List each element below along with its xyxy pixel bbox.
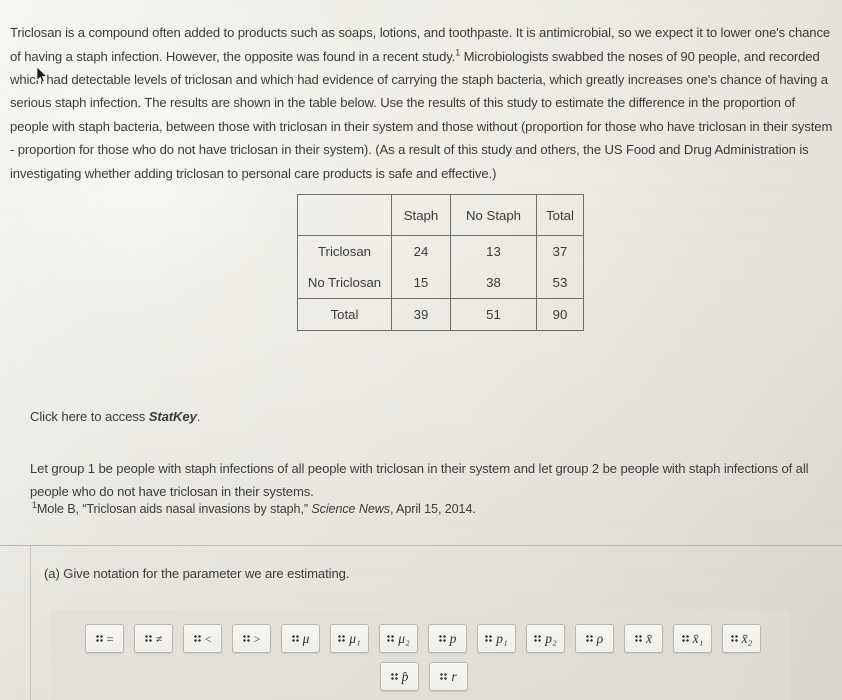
drag-handle-icon [440, 673, 448, 680]
contingency-table-wrapper: Staph No Staph Total Triclosan 24 13 37 … [297, 194, 584, 331]
symbol-button-not-equal[interactable]: ≠ [134, 624, 173, 653]
drag-handle-icon [95, 635, 103, 642]
table-corner-cell [297, 194, 392, 236]
footnote-source: Science News [311, 502, 390, 516]
drag-handle-icon [534, 635, 542, 642]
symbol-button-greater-than[interactable]: > [232, 624, 271, 653]
table-row: Total 39 51 90 [297, 298, 584, 331]
drag-handle-icon [338, 635, 346, 642]
symbol-button-x-bar-1[interactable]: x̄₁ [673, 624, 712, 653]
row-label-total: Total [297, 298, 392, 331]
group-definition-text: Let group 1 be people with staph infecti… [30, 461, 809, 500]
symbol-button-mu-2[interactable]: μ₂ [379, 624, 418, 653]
drag-handle-icon [387, 635, 395, 642]
drag-handle-icon [730, 635, 738, 642]
symbol-button-equals[interactable]: = [85, 624, 124, 653]
symbol-button-r[interactable]: r [429, 662, 468, 691]
cell-no-triclosan-no-staph: 38 [450, 267, 537, 299]
symbol-button-p[interactable]: p [428, 624, 467, 653]
cell-triclosan-total: 37 [536, 235, 584, 267]
column-header-staph: Staph [391, 194, 451, 236]
section-divider [0, 545, 842, 546]
drag-handle-icon [681, 635, 689, 642]
math-symbol-palette: = ≠ < > μ μ₁ μ₂ p p₁ p₂ ρ x̄ x̄₁ x̄₂ p̂ r [50, 610, 790, 700]
symbol-button-p-1[interactable]: p₁ [477, 624, 516, 653]
statkey-link[interactable]: Click here [30, 409, 87, 424]
statkey-access-line: Click here to access StatKey. [30, 409, 200, 424]
problem-content: Triclosan is a compound often added to p… [0, 0, 842, 700]
symbol-palette-row-2: p̂ r [380, 662, 468, 691]
drag-handle-icon [242, 635, 250, 642]
statkey-middle-text: to access [87, 409, 149, 424]
row-label-triclosan: Triclosan [297, 235, 392, 267]
symbol-label-mu-1: μ₁ [349, 630, 361, 646]
symbol-button-x-bar-2[interactable]: x̄₂ [722, 624, 761, 653]
row-label-no-triclosan: No Triclosan [297, 267, 392, 299]
table-header-row: Staph No Staph Total [297, 194, 584, 236]
symbol-button-x-bar[interactable]: x̄ [624, 624, 663, 653]
footnote-title: “Triclosan aids nasal invasions by staph… [82, 502, 312, 516]
drag-handle-icon [390, 673, 398, 680]
drag-handle-icon [585, 635, 593, 642]
statkey-end-text: . [196, 409, 201, 424]
cell-no-triclosan-total: 53 [536, 267, 584, 299]
cell-total-staph: 39 [391, 298, 451, 331]
symbol-label-x-bar-2: x̄₂ [741, 630, 753, 646]
footnote-author: Mole B, [36, 502, 83, 516]
symbol-button-rho[interactable]: ρ [575, 624, 614, 653]
symbol-button-p-hat[interactable]: p̂ [380, 662, 419, 691]
symbol-label-p-2: p₂ [545, 630, 557, 646]
cell-no-triclosan-staph: 15 [391, 267, 451, 299]
cell-triclosan-staph: 24 [391, 235, 451, 267]
left-margin-rule [30, 545, 31, 700]
drag-handle-icon [438, 635, 446, 642]
drag-handle-icon [635, 635, 642, 642]
symbol-label-p: p [449, 630, 457, 646]
footnote-date: , April 15, 2014. [389, 502, 476, 516]
symbol-label-mu: μ [302, 630, 310, 646]
drag-handle-icon [485, 635, 493, 642]
intro-text-part2: Microbiologists swabbed the noses of 90 … [10, 48, 833, 181]
statkey-product-name: StatKey [148, 409, 197, 424]
cell-total-no-staph: 51 [450, 298, 537, 331]
symbol-label-greater-than: > [253, 631, 261, 646]
footnote: 1Mole B, “Triclosan aids nasal invasions… [32, 500, 476, 516]
table-row: Triclosan 24 13 37 [297, 235, 584, 267]
drag-handle-icon [193, 635, 201, 642]
cell-grand-total: 90 [536, 298, 584, 331]
symbol-label-equals: = [106, 631, 114, 646]
symbol-label-less-than: < [204, 631, 212, 646]
symbol-palette-row-1: = ≠ < > μ μ₁ μ₂ p p₁ p₂ ρ x̄ x̄₁ x̄₂ [85, 624, 761, 653]
symbol-label-x-bar: x̄ [646, 630, 652, 646]
drag-handle-icon [144, 635, 152, 642]
cell-triclosan-no-staph: 13 [450, 235, 537, 267]
symbol-button-p-2[interactable]: p₂ [526, 624, 565, 653]
symbol-label-p-1: p₁ [496, 630, 508, 646]
symbol-label-rho: ρ [596, 630, 604, 646]
table-body: Triclosan 24 13 37 No Triclosan 15 38 53… [297, 235, 584, 331]
symbol-label-mu-2: μ₂ [398, 630, 410, 646]
symbol-label-x-bar-1: x̄₁ [692, 630, 704, 646]
symbol-label-p-hat: p̂ [401, 668, 409, 684]
problem-statement: Triclosan is a compound often added to p… [10, 21, 836, 185]
drag-handle-icon [291, 635, 299, 642]
table-head: Staph No Staph Total [297, 194, 584, 236]
question-a-label: (a) Give notation for the parameter we a… [44, 566, 350, 581]
column-header-no-staph: No Staph [450, 194, 537, 236]
table-row: No Triclosan 15 38 53 [297, 267, 584, 299]
symbol-label-r: r [451, 668, 457, 684]
symbol-button-less-than[interactable]: < [183, 624, 222, 653]
column-header-total: Total [536, 194, 584, 236]
symbol-label-not-equal: ≠ [155, 631, 163, 646]
symbol-button-mu-1[interactable]: μ₁ [330, 624, 369, 653]
symbol-button-mu[interactable]: μ [281, 624, 320, 653]
contingency-table: Staph No Staph Total Triclosan 24 13 37 … [297, 194, 584, 331]
